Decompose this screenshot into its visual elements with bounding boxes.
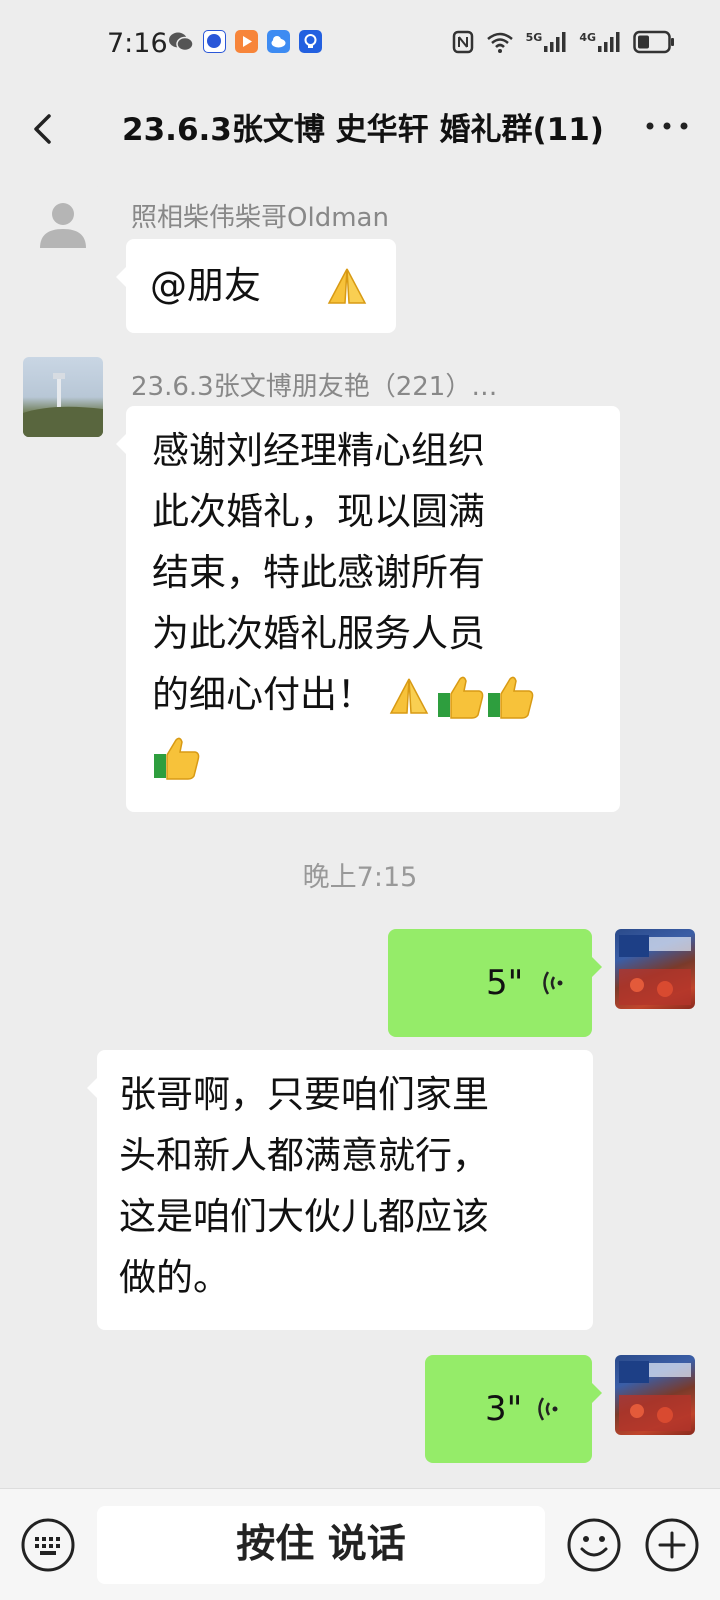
bulb-app-icon xyxy=(299,30,322,53)
wechat-icon xyxy=(169,32,194,51)
sender-name: 照相柴伟柴哥Oldman xyxy=(131,203,389,233)
thumbs-up-emoji-icon xyxy=(154,737,200,780)
avatar-self[interactable] xyxy=(615,929,695,1009)
avatar-default[interactable] xyxy=(23,186,103,266)
input-bar: 按住 说话 xyxy=(0,1488,720,1600)
message-timestamp: 晚上7:15 xyxy=(302,862,418,893)
video-app-icon xyxy=(235,30,258,53)
network-label-5g: 5G xyxy=(525,31,543,44)
message-line: 结束，特此感谢所有 xyxy=(152,551,485,594)
message-line: 头和新人都满意就行， xyxy=(119,1134,489,1177)
message-line: 为此次婚礼服务人员 xyxy=(152,612,485,655)
thumbs-up-emoji-icon xyxy=(438,676,484,719)
signal-5g-icon: 5G xyxy=(526,31,568,53)
voice-wave-icon xyxy=(538,1397,558,1421)
voice-duration: 3" xyxy=(485,1389,523,1429)
keyboard-icon xyxy=(21,1518,75,1572)
shop-photo-icon xyxy=(619,935,691,1005)
more-functions-button[interactable] xyxy=(644,1517,700,1573)
hold-to-talk-button[interactable]: 按住 说话 xyxy=(97,1506,545,1584)
chat-header: 23.6.3张文博 史华轩 婚礼群(11) xyxy=(0,90,720,170)
avatar-self[interactable] xyxy=(615,1355,695,1435)
chat-title: 23.6.3张文博 史华轩 婚礼群(11) xyxy=(122,112,604,148)
message-line: 做的。 xyxy=(119,1256,230,1299)
default-avatar-icon xyxy=(40,203,86,248)
message-bubble[interactable]: @朋友 xyxy=(116,239,396,333)
status-time: 7:16 xyxy=(107,28,168,59)
message-line-text: 的细心付出！ xyxy=(152,673,374,716)
status-bar: 7:16 5G 4G xyxy=(0,0,720,90)
system-icons: 5G 4G xyxy=(452,30,675,54)
voice-duration: 5" xyxy=(486,963,524,1003)
cloud-app-icon xyxy=(267,30,290,53)
folded-hands-emoji-icon xyxy=(327,268,367,304)
keyboard-button[interactable] xyxy=(20,1517,76,1573)
voice-wave-icon xyxy=(543,971,563,995)
more-icon xyxy=(646,122,688,130)
baidu-icon xyxy=(203,30,226,53)
plus-icon xyxy=(645,1518,699,1572)
voice-message-bubble[interactable]: 5" xyxy=(388,929,602,1037)
message-text: @朋友 xyxy=(150,264,261,307)
battery-icon xyxy=(633,30,674,54)
thumbs-up-emoji-icon xyxy=(488,676,534,719)
shop-photo-icon xyxy=(619,1361,691,1431)
chevron-left-icon xyxy=(34,114,51,144)
message-line: 张哥啊，只要咱们家里 xyxy=(119,1073,489,1116)
landscape-photo-icon xyxy=(23,373,103,437)
message-line: 的细心付出！ xyxy=(152,664,612,725)
message-bubble[interactable]: 张哥啊，只要咱们家里 头和新人都满意就行， 这是咱们大伙儿都应该 做的。 xyxy=(87,1050,593,1330)
signal-4g-icon: 4G xyxy=(579,31,621,53)
avatar-friend[interactable] xyxy=(23,357,103,437)
smiley-icon xyxy=(567,1518,621,1572)
message-line: 感谢刘经理精心组织 xyxy=(152,429,485,472)
message-line: 这是咱们大伙儿都应该 xyxy=(119,1195,489,1238)
notification-icons xyxy=(168,30,322,53)
folded-hands-emoji-icon xyxy=(389,678,429,714)
more-button[interactable] xyxy=(642,106,692,146)
voice-message-bubble[interactable]: 3" xyxy=(425,1355,602,1463)
sender-name: 23.6.3张文博朋友艳（221）… xyxy=(131,372,498,402)
network-label-4g: 4G xyxy=(579,31,596,44)
back-button[interactable] xyxy=(25,104,75,154)
wifi-icon xyxy=(486,32,513,53)
message-line: 此次婚礼，现以圆满 xyxy=(152,490,485,533)
message-line xyxy=(152,725,612,786)
nfc-icon xyxy=(452,30,473,54)
message-bubble[interactable]: 感谢刘经理精心组织 此次婚礼，现以圆满 结束，特此感谢所有 为此次婚礼服务人员 … xyxy=(116,406,620,812)
emoji-button[interactable] xyxy=(566,1517,622,1573)
